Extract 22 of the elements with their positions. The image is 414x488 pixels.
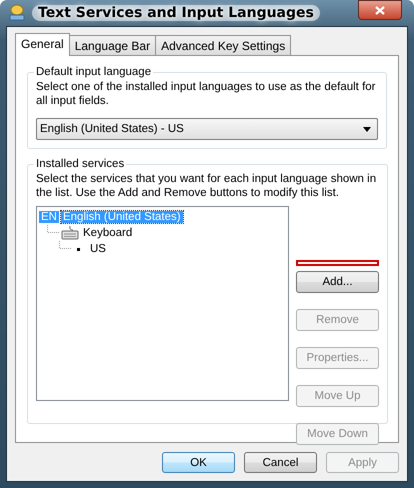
bullet-icon <box>77 248 80 250</box>
app-icon <box>8 4 26 22</box>
close-button[interactable] <box>358 0 402 20</box>
dialog-button[interactable]: Cancel <box>244 452 317 473</box>
service-button[interactable]: Add... <box>296 271 379 293</box>
language-dropdown[interactable]: English (United States) - US <box>36 118 378 140</box>
tab[interactable]: General <box>15 33 70 56</box>
group-title: Default input language <box>35 66 152 78</box>
description: Select the services that you want for each input language shown in the list. Use the Add and Remove buttons to modify this list. <box>36 172 378 200</box>
language-badge: EN <box>39 211 59 223</box>
tree-connector-icon <box>47 225 59 233</box>
dialog-button[interactable]: OK <box>162 452 235 473</box>
description: Select one of the installed input languages to use as the default for all input fields. <box>36 80 376 108</box>
tree-item[interactable]: US <box>88 243 108 255</box>
tab[interactable]: Language Bar <box>68 35 156 55</box>
tree-connector-icon <box>59 241 71 249</box>
close-icon <box>375 6 385 14</box>
tree-item[interactable]: Keyboard <box>81 227 134 239</box>
keyboard-icon <box>61 226 79 240</box>
group-title: Installed services <box>35 158 126 170</box>
dropdown-arrow-icon <box>363 126 371 132</box>
tab[interactable]: Advanced Key Settings <box>155 35 292 55</box>
